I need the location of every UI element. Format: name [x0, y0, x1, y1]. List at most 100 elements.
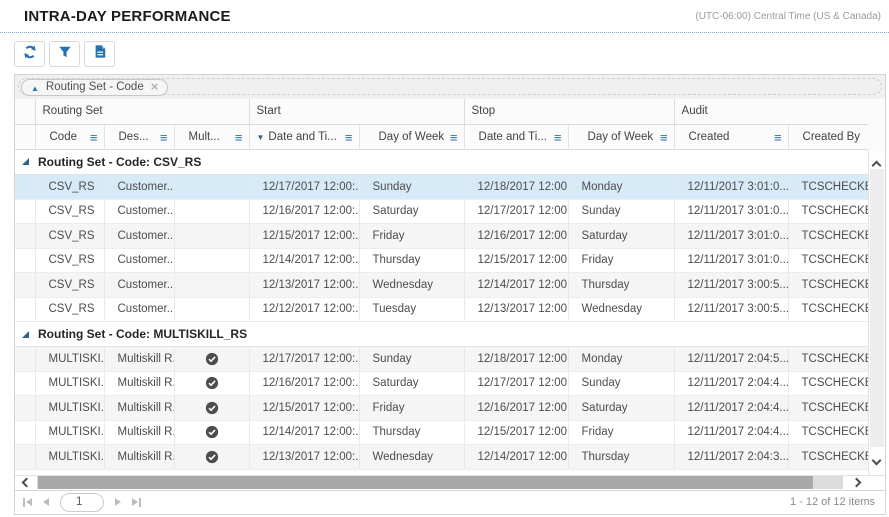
cell-created: 12/11/2017 2:04:3...: [673, 444, 788, 470]
last-page-icon: [132, 498, 138, 506]
refresh-icon: [22, 44, 38, 65]
vertical-scroll-thumb[interactable]: [870, 168, 884, 447]
table-row[interactable]: MULTISKI...Multiskill R... 12/16/2017 12:…: [15, 371, 868, 396]
close-icon[interactable]: [151, 78, 159, 96]
cell-stop-day: Saturday: [567, 223, 674, 249]
column-header-stop-day[interactable]: Day of Week: [567, 124, 675, 150]
check-circle-icon: [205, 426, 219, 439]
export-button[interactable]: [84, 41, 115, 67]
check-circle-icon: [205, 377, 219, 390]
table-row[interactable]: MULTISKI...Multiskill R... 12/17/2017 12:…: [15, 346, 868, 372]
cell-multiskill: [173, 223, 249, 249]
scroll-down-icon[interactable]: [871, 451, 882, 469]
table-row[interactable]: CSV_RS Customer... 12/12/2017 12:00:... Tue…: [15, 297, 868, 322]
toolbar: [0, 33, 889, 74]
table-row[interactable]: MULTISKI...Multiskill R... 12/15/2017 12:…: [15, 395, 868, 421]
column-menu-icon[interactable]: [450, 130, 458, 145]
last-page-button[interactable]: [132, 497, 141, 507]
cell-stop-day: Thursday: [567, 444, 674, 470]
cell-stop-day: Sunday: [567, 199, 674, 224]
cell-created: 12/11/2017 3:01:0...: [673, 199, 788, 224]
column-header-start-day[interactable]: Day of Week: [358, 124, 465, 150]
column-menu-icon[interactable]: [774, 130, 782, 145]
table-row[interactable]: CSV_RS Customer... 12/14/2017 12:00:... Thu…: [15, 248, 868, 273]
cell-description: Multiskill R...: [103, 395, 174, 421]
column-header-created-by[interactable]: Created By: [787, 124, 869, 150]
column-header-start-date[interactable]: Date and Ti...: [248, 124, 359, 150]
column-header-description[interactable]: Des...: [103, 124, 174, 150]
cell-created: 12/11/2017 3:00:5...: [673, 297, 788, 322]
page-number-input[interactable]: [60, 492, 104, 512]
cell-stop-date: 12/14/2017 12:00:...: [463, 272, 568, 298]
column-header-multiskill[interactable]: Mult...: [173, 124, 249, 150]
cell-multiskill: [173, 174, 249, 200]
cell-created-by: TCSCHECKER,: [787, 272, 868, 298]
collapse-group-icon[interactable]: [22, 330, 29, 338]
page-title: INTRA-DAY PERFORMANCE: [24, 7, 231, 25]
column-menu-icon[interactable]: [160, 130, 168, 145]
vertical-scrollbar[interactable]: [868, 149, 885, 475]
cell-start-date: 12/13/2017 12:00:...: [248, 444, 359, 470]
group-header-row[interactable]: Routing Set - Code: CSV_RS: [15, 149, 868, 175]
cell-multiskill: [173, 444, 249, 470]
cell-description: Multiskill R...: [103, 420, 174, 445]
collapse-group-icon[interactable]: [22, 158, 29, 166]
cell-start-day: Sunday: [358, 346, 464, 372]
cell-stop-date: 12/16/2017 12:00:...: [463, 395, 568, 421]
filter-button[interactable]: [49, 41, 80, 67]
horizontal-scroll-thumb[interactable]: [38, 476, 813, 489]
group-indent-header: [15, 124, 35, 150]
cell-multiskill: [173, 297, 249, 322]
cell-start-date: 12/17/2017 12:00:...: [248, 346, 359, 372]
cell-created: 12/11/2017 2:04:4...: [673, 371, 788, 396]
table-row[interactable]: CSV_RS Customer... 12/15/2017 12:00:... Fri…: [15, 223, 868, 249]
group-indent-cell: [15, 223, 35, 249]
cell-code: CSV_RS: [34, 297, 104, 322]
scrollbar-corner: [869, 476, 885, 489]
column-header-created[interactable]: Created: [673, 124, 789, 150]
column-menu-icon[interactable]: [235, 130, 243, 145]
grid-body-wrap: Routing Set - Code: CSV_RS CSV_RS Customer…: [15, 149, 885, 475]
cell-created: 12/11/2017 2:04:4...: [673, 395, 788, 421]
column-group-start: Start: [248, 99, 465, 125]
cell-description: Customer...: [103, 297, 174, 322]
previous-page-icon: [43, 498, 49, 506]
column-menu-icon[interactable]: [90, 130, 98, 145]
column-header-stop-date[interactable]: Date and Ti...: [463, 124, 569, 150]
timezone-label: (UTC-06:00) Central Time (US & Canada): [695, 10, 881, 22]
column-menu-icon[interactable]: [345, 130, 353, 145]
column-menu-icon[interactable]: [554, 130, 562, 145]
group-indent-cell: [15, 346, 35, 372]
previous-page-button[interactable]: [43, 498, 49, 506]
cell-created-by: TCSCHECKER,: [787, 444, 868, 470]
horizontal-scrollbar[interactable]: [15, 474, 885, 490]
cell-stop-day: Sunday: [567, 371, 674, 396]
group-chip-label: Routing Set - Code: [45, 81, 144, 93]
cell-created: 12/11/2017 2:04:5...: [673, 346, 788, 372]
group-indent-cell: [15, 174, 35, 200]
table-row[interactable]: CSV_RS Customer... 12/13/2017 12:00:... Wed…: [15, 272, 868, 298]
horizontal-scroll-track[interactable]: [37, 476, 843, 489]
table-row[interactable]: MULTISKI...Multiskill R... 12/13/2017 12:…: [15, 444, 868, 470]
refresh-button[interactable]: [14, 41, 45, 67]
table-row[interactable]: MULTISKI...Multiskill R... 12/14/2017 12:…: [15, 420, 868, 445]
table-row[interactable]: CSV_RS Customer... 12/16/2017 12:00:... Sat…: [15, 199, 868, 224]
sort-ascending-icon[interactable]: [31, 78, 39, 96]
cell-created-by: TCSCHECKER,: [787, 248, 868, 273]
scroll-right-icon[interactable]: [843, 477, 869, 488]
table-row[interactable]: CSV_RS Customer... 12/17/2017 12:00:... Sun…: [15, 174, 868, 200]
group-chip-routing-set-code[interactable]: Routing Set - Code: [21, 78, 169, 96]
column-header-code[interactable]: Code: [34, 124, 104, 150]
pager-info: 1 - 12 of 12 items: [790, 496, 875, 508]
next-page-button[interactable]: [115, 498, 121, 506]
cell-created: 12/11/2017 3:01:0...: [673, 174, 788, 200]
cell-start-date: 12/14/2017 12:00:...: [248, 248, 359, 273]
scroll-left-icon[interactable]: [15, 477, 37, 488]
column-group-stop: Stop: [463, 99, 675, 125]
cell-created-by: TCSCHECKER,: [787, 371, 868, 396]
first-page-button[interactable]: [23, 497, 32, 507]
group-by-band[interactable]: Routing Set - Code: [15, 75, 885, 99]
group-header-row[interactable]: Routing Set - Code: MULTISKILL_RS: [15, 321, 868, 347]
cell-start-day: Friday: [358, 223, 464, 249]
column-menu-icon[interactable]: [660, 130, 668, 145]
